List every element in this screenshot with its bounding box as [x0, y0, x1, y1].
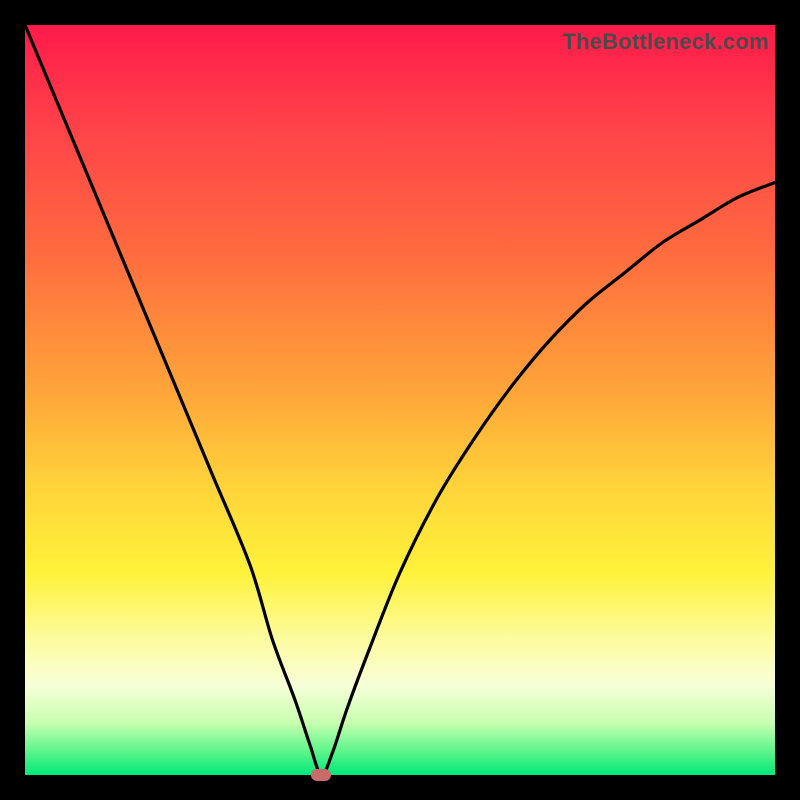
bottleneck-curve — [25, 25, 775, 775]
chart-frame: TheBottleneck.com — [16, 16, 784, 784]
plot-area: TheBottleneck.com — [25, 25, 775, 775]
optimal-point-marker — [311, 769, 331, 781]
